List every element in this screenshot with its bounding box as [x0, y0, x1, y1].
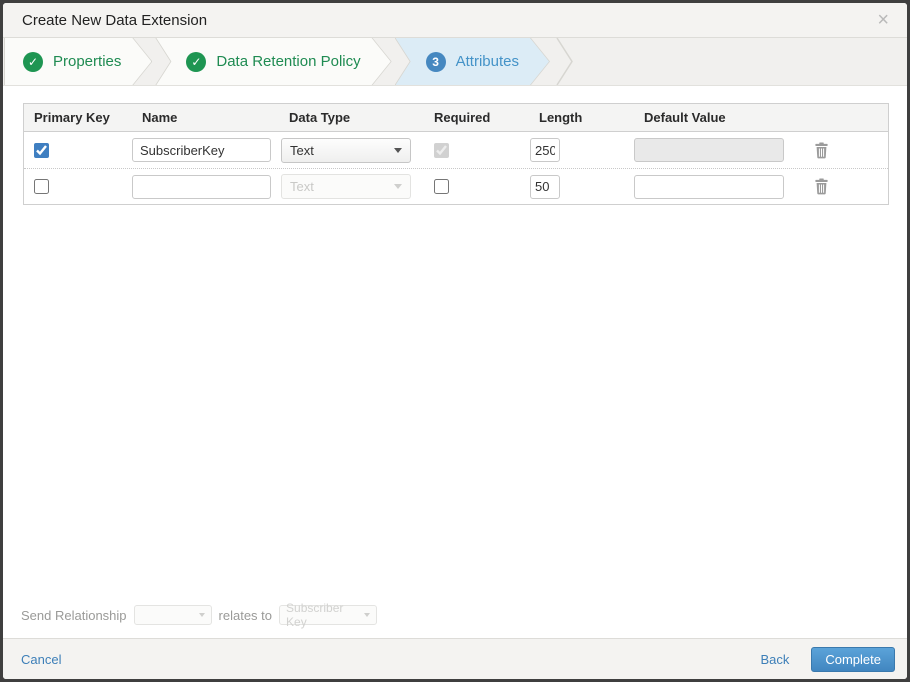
relates-to-label: relates to [218, 607, 273, 623]
column-header-length: Length [539, 110, 583, 125]
wizard-step-label: Properties [53, 53, 122, 70]
length-input[interactable] [530, 174, 560, 199]
check-circle-icon: ✓ [186, 52, 206, 72]
primary-key-checkbox[interactable] [34, 179, 49, 194]
attribute-name-input[interactable] [132, 174, 271, 199]
check-circle-icon: ✓ [23, 52, 43, 72]
step-number-icon: 3 [426, 52, 446, 72]
dialog-title: Create New Data Extension [22, 11, 208, 29]
delete-row-trash-icon[interactable] [814, 178, 829, 195]
wizard-step-label: Data Retention Policy [216, 53, 361, 70]
create-data-extension-dialog: Create New Data Extension × ✓ Properties… [0, 0, 910, 682]
data-type-select: Text [281, 174, 411, 199]
column-header-required: Required [434, 110, 491, 125]
send-relationship-label: Send Relationship [21, 607, 127, 623]
data-type-selected-value: Text [290, 179, 314, 194]
relates-to-selected-value: Subscriber Key [286, 601, 344, 629]
back-link[interactable]: Back [760, 652, 789, 667]
dialog-content: Primary Key Name Data Type Required Leng… [3, 86, 907, 638]
relates-to-select: Subscriber Key [279, 601, 378, 629]
column-header-name: Name [142, 110, 178, 125]
required-checkbox [434, 142, 449, 158]
send-relationship-row: Send Relationship relates to Subscriber … [3, 601, 907, 638]
wizard-step-attributes[interactable]: 3 Attributes [396, 38, 549, 85]
wizard-step-properties[interactable]: ✓ Properties [5, 38, 151, 85]
send-relationship-select [133, 605, 212, 625]
wizard-step-label: Attributes [455, 53, 519, 70]
chevron-down-icon [394, 184, 402, 189]
attribute-row: Text [24, 168, 888, 204]
data-type-select[interactable]: Text [281, 137, 411, 163]
dialog-titlebar: Create New Data Extension × [3, 3, 907, 38]
data-type-selected-value: Text [290, 142, 314, 158]
column-header-data-type: Data Type [289, 110, 351, 125]
attribute-row: Text [24, 132, 888, 168]
complete-button[interactable]: Complete [811, 646, 895, 672]
attribute-name-input[interactable] [132, 138, 271, 162]
step-separator-chevron [556, 38, 573, 85]
column-header-primary-key: Primary Key [34, 110, 110, 125]
column-header-default-value: Default Value [644, 110, 726, 125]
attributes-table: Primary Key Name Data Type Required Leng… [23, 103, 889, 205]
wizard-steps: ✓ Properties ✓ Data Retention Policy 3 A… [3, 38, 907, 86]
close-icon[interactable]: × [873, 8, 893, 32]
default-value-input[interactable] [634, 174, 784, 199]
chevron-down-icon [394, 147, 402, 153]
attributes-table-header: Primary Key Name Data Type Required Leng… [24, 104, 888, 132]
required-checkbox[interactable] [434, 179, 449, 194]
dialog-footer: Cancel Back Complete [3, 638, 907, 679]
chevron-down-icon [364, 613, 371, 617]
cancel-link[interactable]: Cancel [21, 652, 61, 667]
default-value-input [634, 138, 784, 162]
delete-row-trash-icon[interactable] [814, 142, 829, 159]
chevron-down-icon [198, 613, 205, 617]
primary-key-checkbox[interactable] [34, 142, 49, 158]
length-input[interactable] [530, 138, 560, 162]
wizard-step-data-retention-policy[interactable]: ✓ Data Retention Policy [156, 38, 390, 85]
